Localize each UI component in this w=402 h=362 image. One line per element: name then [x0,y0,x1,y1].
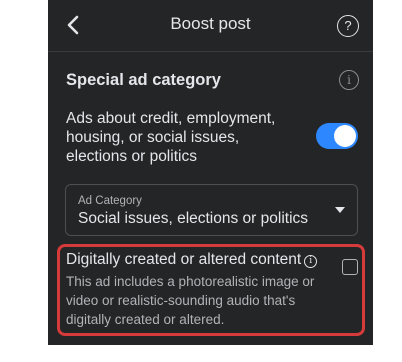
special-ad-toggle[interactable] [316,123,358,149]
altered-content-title: Digitally created or altered content i [66,251,318,269]
altered-content-description: This ad includes a photorealistic image … [66,274,315,327]
ad-category-select[interactable]: Ad Category Social issues, elections or … [65,184,358,236]
altered-content-title-text: Digitally created or altered content [66,251,302,268]
toggle-knob [334,125,356,147]
help-icon[interactable]: ? [337,15,359,37]
section-title: Special ad category [66,71,221,89]
page-title: Boost post [170,14,251,33]
altered-content-checkbox[interactable] [342,259,358,275]
select-label: Ad Category [78,195,142,207]
top-bar: Boost post ? [48,0,373,52]
caret-down-icon [335,207,345,213]
special-ad-toggle-label: Ads about credit, employment, housing, o… [66,110,276,165]
info-icon[interactable]: i [304,255,318,268]
boost-post-screen: Boost post ? Special ad category i Ads a… [48,0,373,345]
select-value: Social issues, elections or politics [78,210,309,227]
info-icon[interactable]: i [339,70,359,90]
